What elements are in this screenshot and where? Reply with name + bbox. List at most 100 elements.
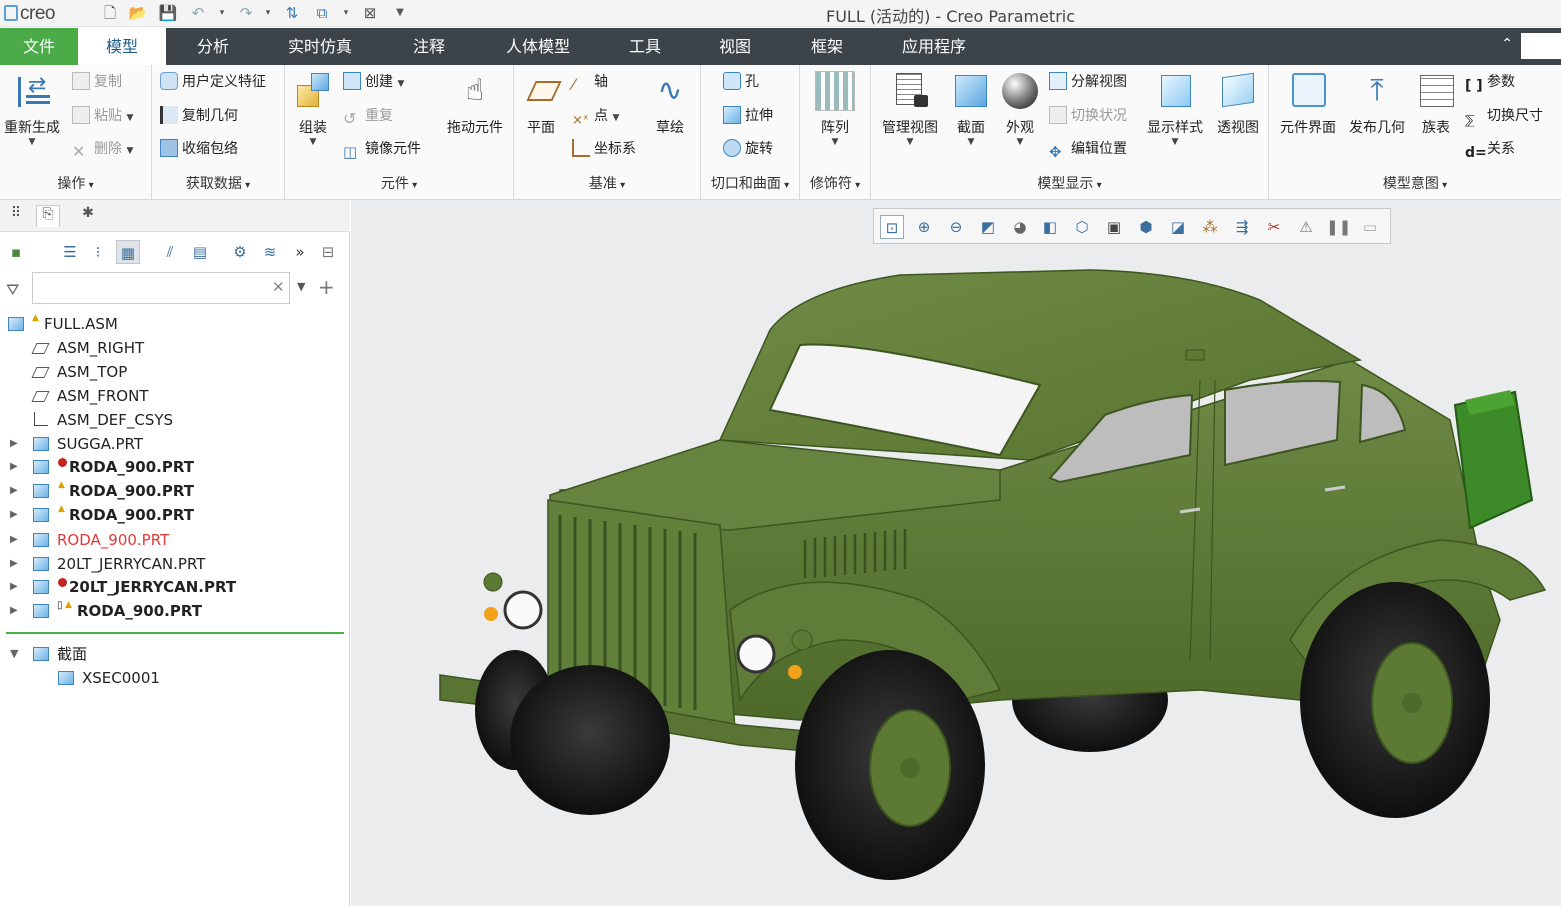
- revolve-button[interactable]: 旋转: [723, 138, 773, 160]
- collapse-arrow-icon[interactable]: ▼: [10, 642, 18, 666]
- group-label-get-data[interactable]: 获取数据: [152, 173, 284, 193]
- tree-item-asm-right[interactable]: ASM_RIGHT: [0, 336, 345, 360]
- expand-arrow-icon[interactable]: ▶: [10, 455, 18, 479]
- manage-views-button[interactable]: 管理视图 ▼: [875, 71, 945, 147]
- group-label-datum[interactable]: 基准: [514, 173, 700, 193]
- tree-item-sugga[interactable]: ▶ SUGGA.PRT: [0, 432, 345, 456]
- expand-arrow-icon[interactable]: ▶: [10, 479, 18, 503]
- create-button[interactable]: 创建 ▼: [343, 71, 404, 93]
- tab-analysis[interactable]: 分析: [172, 28, 254, 65]
- perspective-button[interactable]: 透视图: [1211, 71, 1265, 137]
- tree-columns-icon[interactable]: ☰: [58, 240, 82, 264]
- tree-item-roda-3[interactable]: ▶ ▲ RODA_900.PRT: [0, 503, 345, 527]
- tree-search-input[interactable]: [32, 272, 290, 304]
- tree-item-jerrycan-1[interactable]: ▶ 20LT_JERRYCAN.PRT: [0, 552, 345, 576]
- clear-search-icon[interactable]: ✕: [272, 278, 285, 296]
- expand-arrow-icon[interactable]: ▶: [10, 528, 18, 552]
- assemble-button[interactable]: 组装 ▼: [287, 71, 339, 147]
- filter-icon[interactable]: ⛛: [6, 280, 19, 300]
- more-icon[interactable]: »: [288, 240, 312, 264]
- paste-button[interactable]: 粘贴 ▼: [72, 105, 133, 127]
- group-label-operations[interactable]: 操作: [0, 173, 151, 193]
- undo-icon[interactable]: ↶: [188, 3, 208, 23]
- tree-filter-icon[interactable]: ⫽: [158, 240, 182, 264]
- tree-item-jerrycan-2[interactable]: ▶ 20LT_JERRYCAN.PRT: [0, 575, 345, 599]
- delete-button[interactable]: ✕ 删除 ▼: [72, 138, 133, 161]
- favorites-tab-icon[interactable]: ✱: [76, 205, 100, 227]
- pattern-button[interactable]: 阵列 ▼: [810, 71, 860, 147]
- customize-icon[interactable]: ▼: [390, 3, 410, 23]
- undo-dropdown-icon[interactable]: ▾: [212, 3, 232, 23]
- tree-item-roda-2[interactable]: ▶ ▲ RODA_900.PRT: [0, 479, 345, 503]
- datum-point-button[interactable]: ×ˣ 点 ▼: [572, 105, 619, 128]
- group-label-cut-surface[interactable]: 切口和曲面: [701, 173, 799, 193]
- edit-position-button[interactable]: ✥ 编辑位置: [1049, 138, 1127, 161]
- expand-arrow-icon[interactable]: ▶: [10, 575, 18, 599]
- shrinkwrap-button[interactable]: 收缩包络: [160, 138, 238, 160]
- hole-button[interactable]: 孔: [723, 71, 759, 93]
- repeat-button[interactable]: ↺ 重复: [343, 105, 393, 128]
- insert-here-marker[interactable]: [6, 632, 344, 634]
- appearance-button[interactable]: 外观 ▼: [997, 71, 1043, 147]
- search-dropdown-icon[interactable]: ▼: [297, 280, 305, 293]
- extrude-button[interactable]: 拉伸: [723, 105, 773, 127]
- parameters-button[interactable]: [ ] 参数: [1465, 71, 1515, 94]
- tree-settings-icon[interactable]: ▤: [188, 240, 212, 264]
- tree-item-sections[interactable]: ▼ 截面: [0, 642, 345, 666]
- datum-axis-button[interactable]: ⁄ 轴: [572, 71, 608, 94]
- add-filter-icon[interactable]: +: [318, 275, 335, 299]
- switch-dimensions-button[interactable]: ⅀ 切换尺寸: [1465, 105, 1543, 127]
- tab-view[interactable]: 视图: [696, 28, 774, 65]
- show-icon[interactable]: ▪: [4, 240, 28, 264]
- group-label-modifiers[interactable]: 修饰符: [800, 173, 870, 193]
- copy-button[interactable]: 复制: [72, 71, 122, 93]
- tab-applications[interactable]: 应用程序: [884, 28, 984, 65]
- display-style-button[interactable]: 显示样式 ▼: [1143, 71, 1207, 147]
- group-label-component[interactable]: 元件: [285, 173, 513, 193]
- copy-geometry-button[interactable]: 复制几何: [160, 105, 238, 127]
- expand-arrow-icon[interactable]: ▶: [10, 552, 18, 576]
- component-interface-button[interactable]: 元件界面: [1273, 71, 1343, 137]
- windows-icon[interactable]: ⧉: [312, 3, 332, 23]
- tab-file[interactable]: 文件: [0, 28, 78, 65]
- tree-expand-icon[interactable]: ⁝: [86, 240, 110, 264]
- expand-arrow-icon[interactable]: ▶: [10, 599, 18, 623]
- tab-model[interactable]: 模型: [78, 28, 166, 65]
- tab-manikin[interactable]: 人体模型: [490, 28, 586, 65]
- toggle-status-button[interactable]: 切换状况: [1049, 105, 1127, 127]
- tree-item-roda-5[interactable]: ▶ ▯ ▲ RODA_900.PRT: [0, 599, 345, 623]
- folder-browser-tab-icon[interactable]: ⎘: [36, 205, 60, 227]
- details-icon[interactable]: ⊟: [316, 240, 340, 264]
- command-search-box[interactable]: [1521, 33, 1561, 59]
- layers-icon[interactable]: ≋: [258, 240, 282, 264]
- group-label-model-intent[interactable]: 模型意图: [1269, 173, 1561, 193]
- tree-item-roda-4[interactable]: ▶ RODA_900.PRT: [0, 528, 345, 552]
- tree-item-xsec0001[interactable]: XSEC0001: [0, 666, 345, 690]
- graphics-window[interactable]: ⊡ ⊕ ⊖ ◩ ◕ ◧ ⬡ ▣ ⬢ ◪ ⁂ ⇶ ✂ ⚠ ❚❚ ▭: [351, 200, 1561, 906]
- new-icon[interactable]: 🗋: [100, 3, 120, 23]
- tab-annotate[interactable]: 注释: [390, 28, 468, 65]
- datum-csys-button[interactable]: 坐标系: [572, 138, 636, 160]
- redo-icon[interactable]: ↷: [236, 3, 256, 23]
- model-tree-tab-icon[interactable]: ⠿: [4, 205, 28, 227]
- mirror-component-button[interactable]: ◫ 镜像元件: [343, 138, 421, 161]
- regenerate-icon[interactable]: ⇅: [282, 3, 302, 23]
- family-table-button[interactable]: 族表: [1413, 71, 1459, 137]
- expand-arrow-icon[interactable]: ▶: [10, 432, 18, 456]
- tree-item-roda-1[interactable]: ▶ RODA_900.PRT: [0, 455, 345, 479]
- tree-item-asm-front[interactable]: ASM_FRONT: [0, 384, 345, 408]
- group-label-model-display[interactable]: 模型显示: [871, 173, 1268, 193]
- relations-button[interactable]: d=关系: [1465, 138, 1515, 161]
- collapse-ribbon-icon[interactable]: ⌃: [1501, 36, 1513, 52]
- tree-item-full-asm[interactable]: ▲ FULL.ASM: [0, 312, 345, 336]
- gear-icon[interactable]: ⚙: [228, 240, 252, 264]
- redo-dropdown-icon[interactable]: ▾: [258, 3, 278, 23]
- save-icon[interactable]: 💾: [158, 3, 178, 23]
- windows-dropdown-icon[interactable]: ▾: [336, 3, 356, 23]
- regenerate-button[interactable]: ⇄ 重新生成 ▼: [0, 71, 64, 147]
- close-window-icon[interactable]: ⊠: [360, 3, 380, 23]
- open-icon[interactable]: 📂: [128, 3, 148, 23]
- vehicle-model[interactable]: [351, 200, 1561, 906]
- tab-tools[interactable]: 工具: [606, 28, 684, 65]
- tab-framework[interactable]: 框架: [788, 28, 866, 65]
